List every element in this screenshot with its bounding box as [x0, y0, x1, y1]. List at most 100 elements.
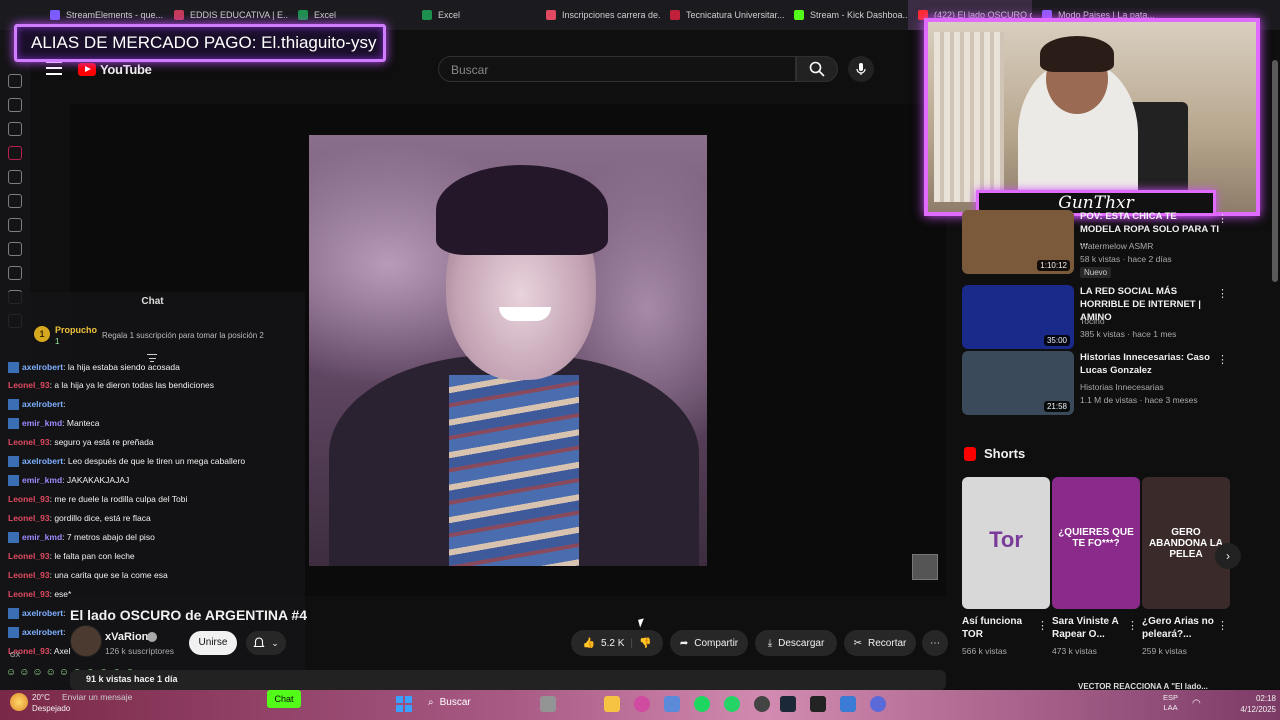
sidebar-app-icon[interactable]	[8, 122, 22, 136]
video-thumbnail[interactable]: 35:00	[962, 285, 1074, 349]
chat-text: JAKAKAKJAJAJ	[66, 475, 130, 485]
file-explorer-icon[interactable]	[604, 696, 620, 712]
taskbar-clock[interactable]: 02:18 4/12/2025	[1226, 693, 1276, 715]
chat-username[interactable]: Leonel_93	[8, 551, 50, 561]
chat-username[interactable]: axelrobert	[22, 362, 63, 372]
pinned-username[interactable]: Propucho	[55, 325, 97, 335]
description-box[interactable]: 91 k vistas hace 1 día	[70, 670, 946, 690]
short-card[interactable]: Tor Así funciona TOR 566 k vistas ⋮	[962, 477, 1050, 656]
voice-search-button[interactable]	[848, 56, 874, 82]
more-options-icon[interactable]: ⋮	[1037, 619, 1048, 632]
join-button[interactable]: Unirse	[189, 631, 237, 655]
dislike-icon[interactable]: 👎	[639, 638, 651, 649]
short-views: 259 k vistas	[1142, 646, 1187, 656]
short-title[interactable]: Así funciona TOR	[962, 615, 1040, 643]
taskbar-app-icon[interactable]	[540, 696, 556, 712]
chat-separator: :	[63, 627, 66, 637]
chat-username[interactable]: axelrobert	[22, 456, 63, 466]
browser-tab[interactable]: Tecnicatura Universitar...	[660, 0, 784, 30]
windows-start-icon[interactable]	[396, 696, 412, 712]
hamburger-menu-icon[interactable]	[46, 61, 62, 75]
steam-icon[interactable]	[780, 696, 796, 712]
chat-message: axelrobert: la hija estaba siendo acosad…	[8, 362, 180, 374]
browser-tab[interactable]: Stream - Kick Dashboa...	[784, 0, 908, 30]
input-language[interactable]: ESP LAA	[1163, 693, 1178, 713]
video-channel[interactable]: Watermelow ASMR	[1080, 241, 1153, 251]
chat-send-button[interactable]: Chat	[267, 690, 301, 708]
short-title[interactable]: Sara Viniste A Rapear O...	[1052, 615, 1130, 643]
chat-text: Leo después de que le tiren un mega caba…	[67, 456, 246, 466]
sidebar-app-icon[interactable]	[8, 242, 22, 256]
spotify-icon[interactable]	[694, 696, 710, 712]
search-input[interactable]: Buscar	[438, 56, 796, 82]
epic-games-icon[interactable]	[810, 696, 826, 712]
taskbar-search[interactable]: ⌕ Buscar	[428, 697, 471, 708]
chat-username[interactable]: Leonel_93	[8, 589, 50, 599]
browser-tab[interactable]: Excel	[412, 0, 536, 30]
chat-username[interactable]: Leonel_93	[8, 513, 50, 523]
browser-tab[interactable]: Inscripciones carrera de...	[536, 0, 660, 30]
chat-message-input[interactable]: Enviar un mensaje	[48, 692, 172, 706]
chat-username[interactable]: Leonel_93	[8, 437, 50, 447]
wifi-icon[interactable]: ◠	[1192, 698, 1201, 709]
short-thumbnail[interactable]: Tor	[962, 477, 1050, 609]
whatsapp-icon[interactable]	[724, 696, 740, 712]
channel-name[interactable]: xVaRion	[105, 631, 148, 643]
recommended-video[interactable]: 35:00 LA RED SOCIAL MÁS HORRIBLE DE INTE…	[962, 285, 1232, 349]
app-icon[interactable]	[870, 696, 886, 712]
more-options-icon[interactable]: ⋮	[1217, 212, 1228, 225]
more-actions-button[interactable]: ⋯	[922, 630, 948, 656]
sidebar-app-icon[interactable]	[8, 98, 22, 112]
recommended-video[interactable]: 1:10:12 POV: ESTA CHICA TE MODELA ROPA S…	[962, 210, 1232, 278]
page-scrollbar[interactable]	[1272, 60, 1278, 282]
video-thumbnail[interactable]: 1:10:12	[962, 210, 1074, 274]
short-card[interactable]: ¿QUIERES QUE TE FO***? Sara Viniste A Ra…	[1052, 477, 1140, 656]
youtube-logo[interactable]: YouTube	[78, 62, 152, 77]
shorts-next-button[interactable]: ›	[1215, 543, 1241, 569]
store-icon[interactable]	[664, 696, 680, 712]
chat-username[interactable]: Leonel_93	[8, 494, 50, 504]
sidebar-app-icon[interactable]	[8, 266, 22, 280]
more-options-icon[interactable]: ⋮	[1127, 619, 1138, 632]
chat-username[interactable]: axelrobert	[22, 608, 63, 618]
sidebar-app-icon[interactable]	[8, 146, 22, 160]
video-title[interactable]: Historias Innecesarias: Caso Lucas Gonza…	[1080, 351, 1220, 377]
chat-text: Manteca	[66, 418, 100, 428]
notepad-icon[interactable]	[840, 696, 856, 712]
short-thumbnail[interactable]: GERO ABANDONA LA PELEA	[1142, 477, 1230, 609]
obs-icon[interactable]	[754, 696, 770, 712]
short-title[interactable]: ¿Gero Arias no peleará?...	[1142, 615, 1220, 643]
chat-username[interactable]: Leonel_93	[8, 380, 50, 390]
more-options-icon[interactable]: ⋮	[1217, 619, 1228, 632]
more-options-icon[interactable]: ⋮	[1217, 287, 1228, 300]
chat-username[interactable]: emir_kmd	[22, 475, 62, 485]
video-thumbnail[interactable]: 21:58	[962, 351, 1074, 415]
like-count[interactable]: 5.2 K	[601, 638, 624, 649]
chat-username[interactable]: emir_kmd	[22, 532, 62, 542]
scissors-icon: ✂	[853, 637, 863, 649]
sidebar-app-icon[interactable]	[8, 74, 22, 88]
chat-username[interactable]: axelrobert	[22, 627, 63, 637]
more-options-icon[interactable]: ⋮	[1217, 353, 1228, 366]
short-thumbnail[interactable]: ¿QUIERES QUE TE FO***?	[1052, 477, 1140, 609]
download-button[interactable]: ⤓ Descargar	[755, 630, 837, 656]
channel-avatar[interactable]	[70, 625, 102, 657]
sidebar-app-icon[interactable]	[8, 218, 22, 232]
short-card[interactable]: GERO ABANDONA LA PELEA ¿Gero Arias no pe…	[1142, 477, 1230, 656]
share-button[interactable]: ➦ Compartir	[670, 630, 748, 656]
chat-username[interactable]: Leonel_93	[8, 570, 50, 580]
notifications-button[interactable]: ⌄	[246, 631, 286, 655]
sidebar-app-icon[interactable]	[8, 194, 22, 208]
clip-button[interactable]: ✂ Recortar	[844, 630, 916, 656]
chat-username[interactable]: emir_kmd	[22, 418, 62, 428]
sidebar-app-icon[interactable]	[8, 170, 22, 184]
video-channel[interactable]: Historias Innecesarias	[1080, 382, 1164, 392]
video-duration: 21:58	[1043, 401, 1070, 412]
chat-username[interactable]: axelrobert	[22, 399, 63, 409]
like-icon[interactable]: 👍	[583, 638, 595, 649]
video-channel[interactable]: Tocino	[1080, 316, 1105, 326]
recommended-video[interactable]: 21:58 Historias Innecesarias: Caso Lucas…	[962, 351, 1232, 415]
browser-icon[interactable]	[634, 696, 650, 712]
channel-watermark[interactable]	[912, 554, 938, 580]
search-button[interactable]	[796, 56, 838, 82]
